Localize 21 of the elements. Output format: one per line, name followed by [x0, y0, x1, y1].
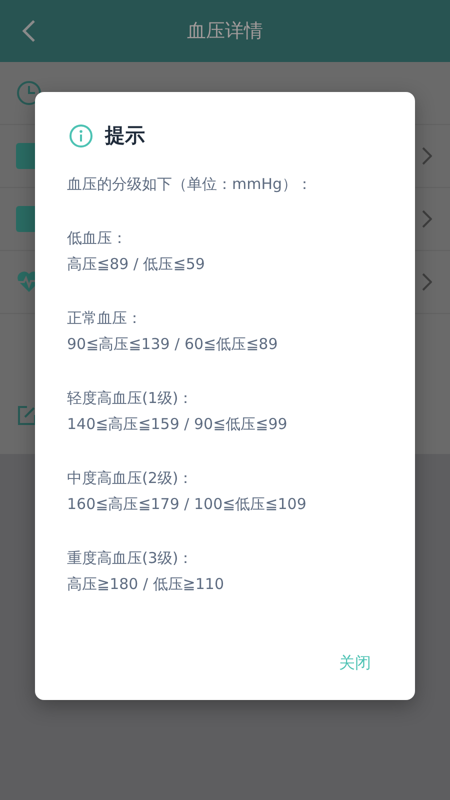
level-range: 高压≧180 / 低压≧110 — [67, 574, 225, 595]
level-range: 90≦高压≦139 / 60≦低压≦89 — [67, 334, 279, 355]
level-name: 中度高血压(2级)： — [67, 468, 194, 489]
back-icon[interactable] — [22, 19, 36, 43]
chevron-icon — [422, 273, 432, 291]
level-name: 轻度高血压(1级)： — [67, 388, 194, 409]
level-range: 160≦高压≦179 / 100≦低压≦109 — [67, 494, 308, 515]
dialog-title: 提示 — [105, 122, 145, 149]
level-range: 高压≦89 / 低压≦59 — [67, 254, 206, 275]
intro-text: 血压的分级如下（单位：mmHg）： — [67, 174, 314, 195]
chevron-icon — [422, 147, 432, 165]
page-title: 血压详情 — [187, 19, 263, 44]
level-name: 正常血压： — [67, 308, 143, 329]
level-name: 重度高血压(3级)： — [67, 548, 194, 569]
chevron-icon — [422, 210, 432, 228]
level-name: 低血压： — [67, 228, 128, 249]
clock-icon — [16, 80, 42, 106]
level-range: 140≦高压≦159 / 90≦低压≦99 — [67, 414, 288, 435]
edit-icon[interactable] — [18, 405, 36, 425]
info-icon — [69, 124, 93, 148]
close-button[interactable]: 关闭 — [335, 649, 375, 678]
